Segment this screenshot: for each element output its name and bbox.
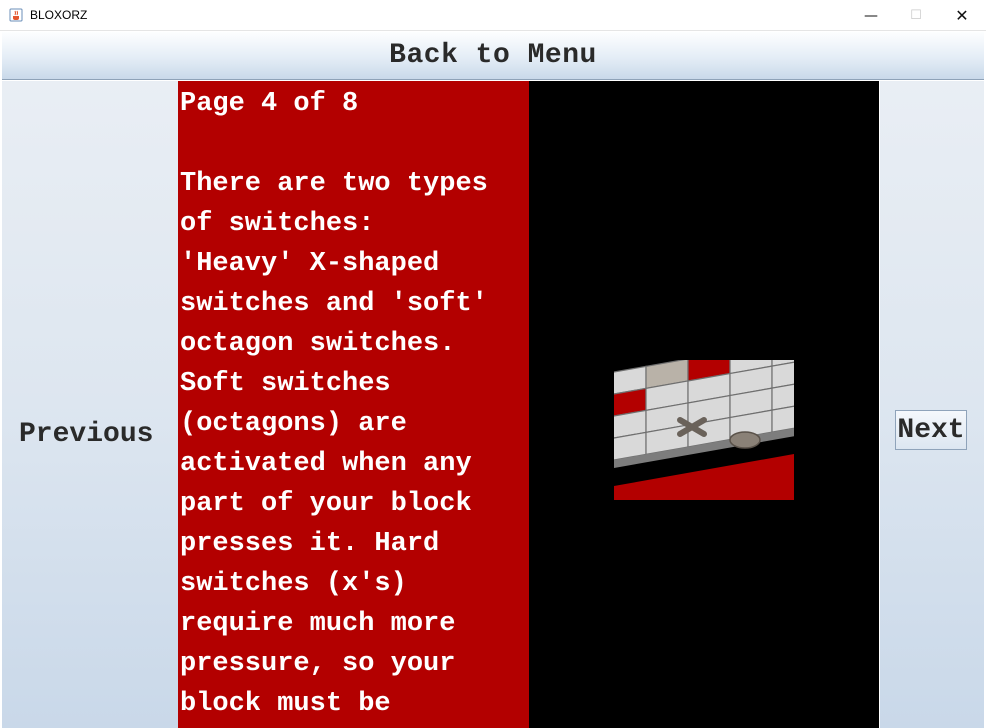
page-indicator: Page 4 of 8 (180, 89, 359, 119)
tutorial-line: presses it. Hard (180, 529, 440, 559)
close-icon: ✕ (955, 6, 969, 25)
tutorial-line: octagon switches. (180, 329, 456, 359)
java-cup-icon (9, 8, 23, 22)
tutorial-line: activated when any (180, 449, 472, 479)
window-title: BLOXORZ (30, 8, 88, 22)
tutorial-line: pressure, so your (180, 649, 456, 679)
minimize-icon: — (864, 7, 878, 24)
tutorial-text-panel: Page 4 of 8 There are two types of switc… (178, 81, 529, 728)
tutorial-image-panel (529, 81, 879, 728)
tutorial-line: Soft switches (180, 369, 391, 399)
back-to-menu-button[interactable]: Back to Menu (2, 32, 984, 80)
soft-switch-icon (729, 431, 761, 449)
switch-tiles-illustration (614, 360, 794, 500)
next-panel: Next (880, 81, 984, 728)
next-button[interactable]: Next (895, 410, 967, 450)
tutorial-line: block must be (180, 689, 391, 719)
tutorial-line: switches (x's) (180, 569, 407, 599)
maximize-icon: ☐ (910, 8, 922, 23)
tutorial-line: (octagons) are (180, 409, 407, 439)
minimize-button[interactable]: — (848, 0, 894, 31)
tutorial-line: of switches: (180, 209, 375, 239)
previous-button[interactable]: Previous (2, 81, 178, 728)
maximize-button[interactable]: ☐ (893, 0, 939, 31)
back-to-menu-label: Back to Menu (389, 40, 597, 71)
previous-label: Previous (19, 419, 154, 450)
tutorial-line: switches and 'soft' (180, 289, 488, 319)
tutorial-line: There are two types (180, 169, 488, 199)
tutorial-line: require much more (180, 609, 456, 639)
tutorial-text: There are two types of switches: 'Heavy'… (180, 169, 488, 728)
close-button[interactable]: ✕ (939, 0, 985, 31)
next-label: Next (897, 414, 965, 446)
tutorial-line: part of your block (180, 489, 472, 519)
tutorial-line: 'Heavy' X-shaped (180, 249, 440, 279)
window-titlebar: BLOXORZ — ☐ ✕ (0, 0, 986, 31)
